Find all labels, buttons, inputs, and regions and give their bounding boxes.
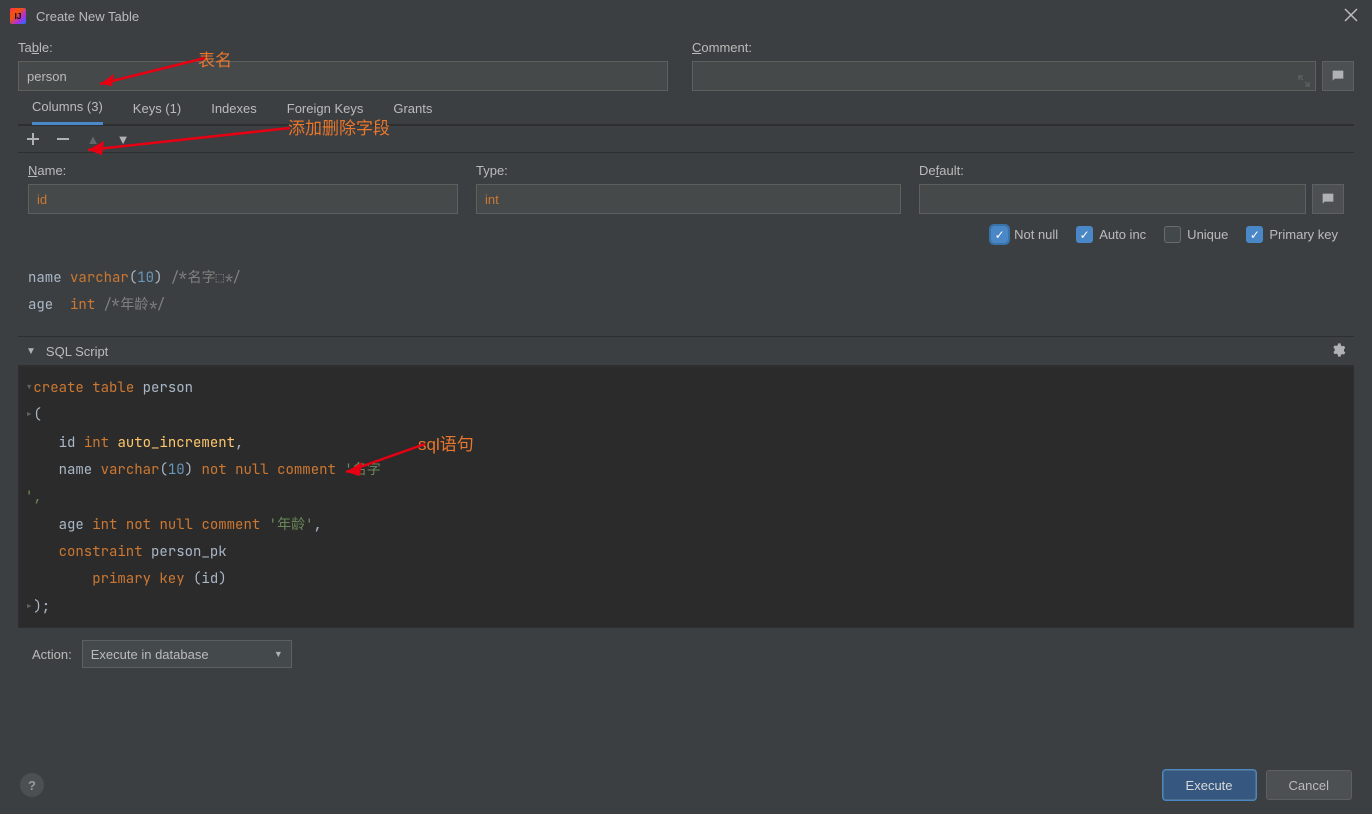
expand-icon[interactable] bbox=[1298, 75, 1310, 87]
table-comment-input[interactable] bbox=[692, 61, 1316, 91]
primary-key-checkbox[interactable]: Primary key bbox=[1246, 226, 1338, 243]
table-label: Table: bbox=[18, 40, 668, 55]
unique-checkbox[interactable]: Unique bbox=[1164, 226, 1228, 243]
column-editor: Name: Type: Default: Not null Auto bbox=[18, 153, 1354, 255]
action-combo[interactable]: Execute in database ▼ bbox=[82, 640, 292, 668]
close-button[interactable] bbox=[1340, 4, 1362, 29]
tab-grants[interactable]: Grants bbox=[393, 101, 432, 124]
tab-columns[interactable]: Columns (3) bbox=[32, 99, 103, 125]
column-toolbar: ▲ ▼ bbox=[18, 125, 1354, 153]
comment-label: Comment: bbox=[692, 40, 1354, 55]
chevron-down-icon: ▼ bbox=[274, 649, 283, 659]
column-line: age int /*年龄*/ bbox=[28, 292, 1344, 319]
default-expand-button[interactable] bbox=[1312, 184, 1344, 214]
col-default-input[interactable] bbox=[919, 184, 1306, 214]
not-null-checkbox[interactable]: Not null bbox=[991, 226, 1058, 243]
titlebar: IJ Create New Table bbox=[0, 0, 1372, 32]
move-down-button[interactable]: ▼ bbox=[114, 130, 132, 148]
tab-keys[interactable]: Keys (1) bbox=[133, 101, 181, 124]
sql-section-title: SQL Script bbox=[46, 344, 108, 359]
comment-expand-button[interactable] bbox=[1322, 61, 1354, 91]
tab-indexes[interactable]: Indexes bbox=[211, 101, 257, 124]
table-name-input[interactable] bbox=[18, 61, 668, 91]
columns-preview: name varchar(10) /*名字⬚*/ age int /*年龄*/ bbox=[18, 255, 1354, 336]
window-title: Create New Table bbox=[36, 9, 139, 24]
help-button[interactable]: ? bbox=[20, 773, 44, 797]
auto-inc-checkbox[interactable]: Auto inc bbox=[1076, 226, 1146, 243]
col-name-input[interactable] bbox=[28, 184, 458, 214]
col-default-label: Default: bbox=[919, 163, 1344, 178]
col-type-input[interactable] bbox=[476, 184, 901, 214]
sql-editor[interactable]: ▾create table person ▸( id int auto_incr… bbox=[18, 366, 1354, 628]
collapse-icon[interactable]: ▼ bbox=[26, 346, 36, 357]
dialog-footer: ? Execute Cancel bbox=[0, 756, 1372, 814]
action-combo-value: Execute in database bbox=[91, 647, 209, 662]
add-column-button[interactable] bbox=[24, 130, 42, 148]
action-row: Action: Execute in database ▼ bbox=[18, 628, 1354, 680]
dialog-window: IJ Create New Table Table: Comment: bbox=[0, 0, 1372, 814]
remove-column-button[interactable] bbox=[54, 130, 72, 148]
col-type-label: Type: bbox=[476, 163, 901, 178]
tab-foreign-keys[interactable]: Foreign Keys bbox=[287, 101, 364, 124]
column-line: name varchar(10) /*名字⬚*/ bbox=[28, 265, 1344, 292]
cancel-button[interactable]: Cancel bbox=[1266, 770, 1352, 800]
header-fields: Table: Comment: bbox=[18, 40, 1354, 91]
app-logo-icon: IJ bbox=[10, 8, 26, 24]
move-up-button: ▲ bbox=[84, 130, 102, 148]
sql-section-header[interactable]: ▼ SQL Script bbox=[18, 336, 1354, 366]
tab-bar: Columns (3) Keys (1) Indexes Foreign Key… bbox=[18, 91, 1354, 125]
execute-button[interactable]: Execute bbox=[1163, 770, 1256, 800]
col-name-label: Name: bbox=[28, 163, 458, 178]
action-label: Action: bbox=[32, 647, 72, 662]
gear-icon[interactable] bbox=[1330, 342, 1346, 361]
